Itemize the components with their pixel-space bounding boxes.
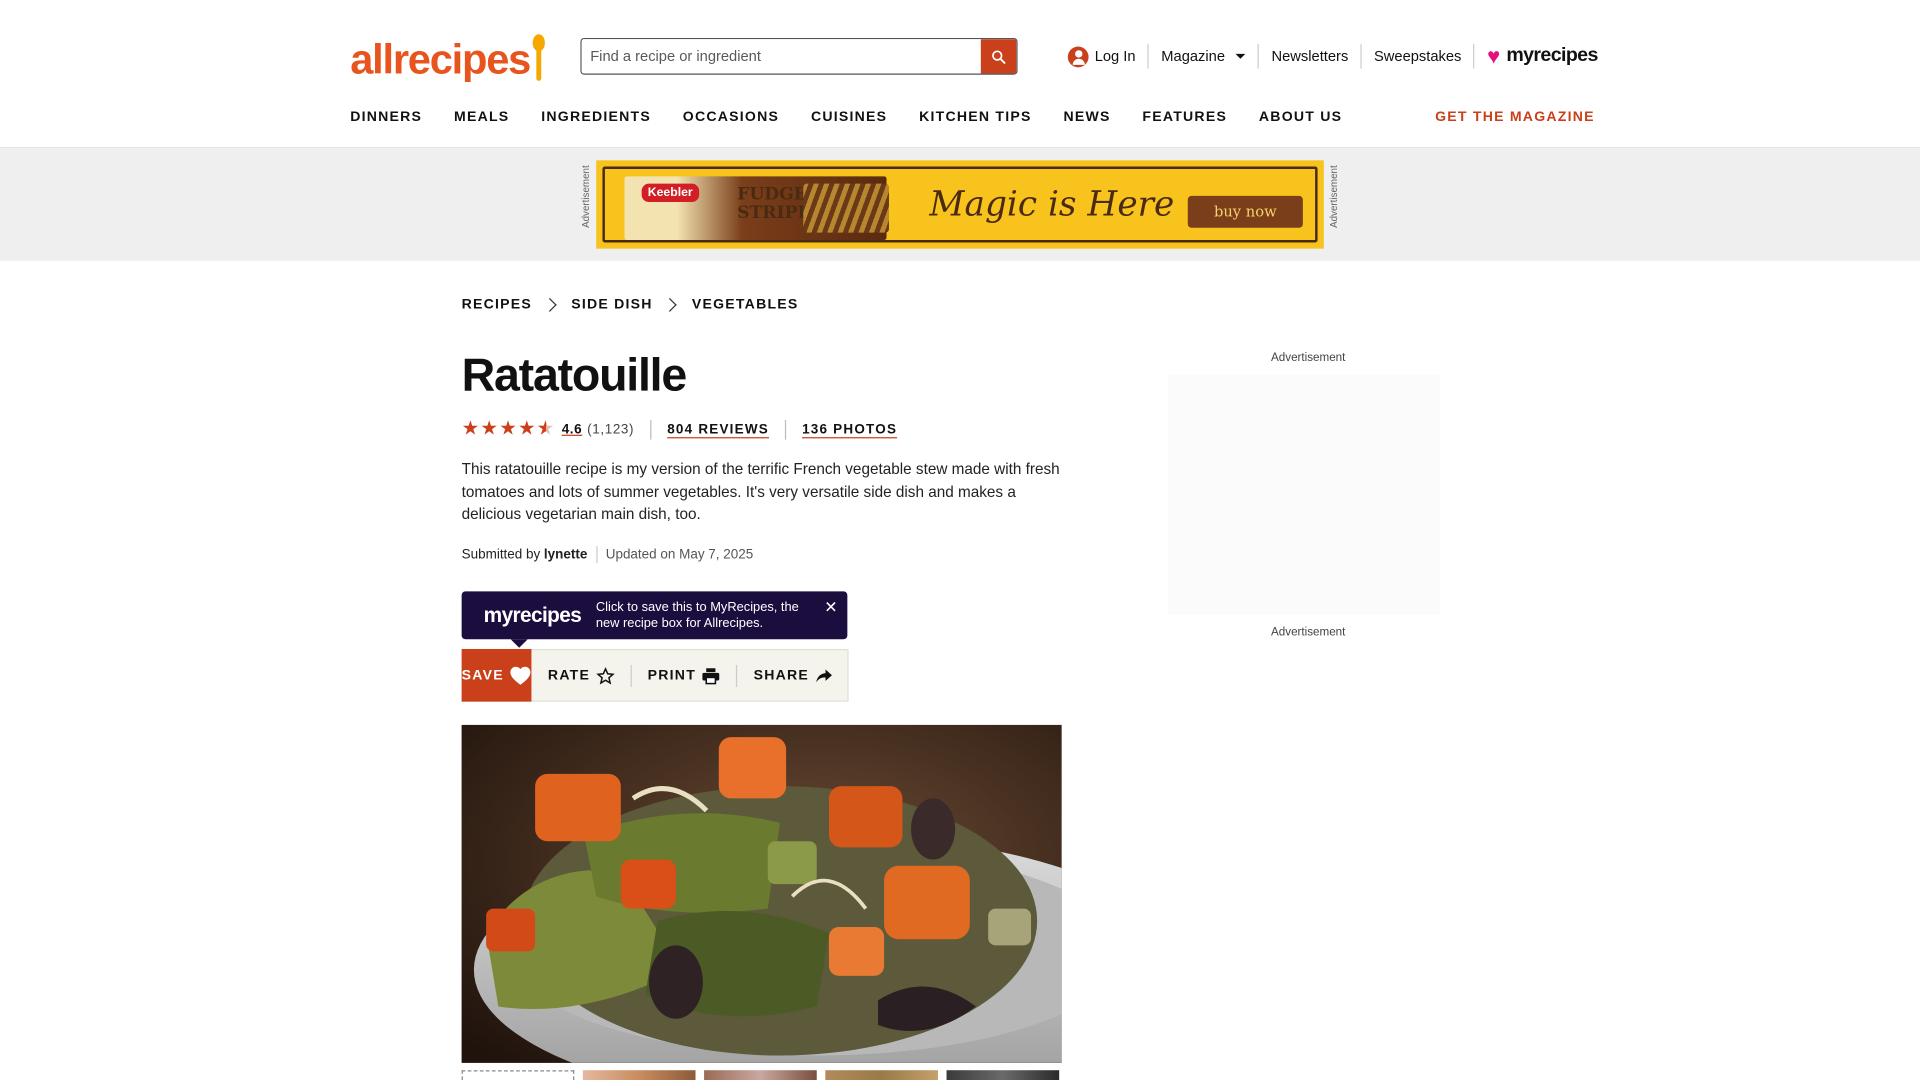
myrecipes-label: myrecipes — [1506, 45, 1598, 67]
ad-label-left: Advertisement — [580, 165, 592, 228]
recipe-title: Ratatouille — [461, 350, 688, 402]
user-icon — [1067, 45, 1089, 67]
keebler-logo: Keebler — [641, 183, 699, 203]
myrecipes-tooltip-logo: myrecipes — [484, 603, 582, 627]
breadcrumb: RECIPES SIDE DISH VEGETABLES — [462, 298, 799, 313]
star-full-icon: ★ — [461, 418, 480, 440]
rating-row: ★ ★ ★ ★ ★★ 4.6 (1,123) 804 REVIEWS 136 P… — [461, 418, 913, 440]
myrecipes-tooltip: myrecipes Click to save this to MyRecipe… — [461, 591, 848, 648]
breadcrumb-recipes[interactable]: RECIPES — [462, 298, 532, 313]
thumbnail[interactable] — [704, 1070, 817, 1080]
spoon-icon — [532, 34, 545, 81]
nav-ingredients[interactable]: INGREDIENTS — [541, 110, 651, 125]
star-full-icon: ★ — [499, 418, 517, 440]
rating-count: (1,123) — [587, 422, 635, 438]
main-nav: DINNERS MEALS INGREDIENTS OCCASIONS CUIS… — [350, 110, 1374, 125]
star-full-icon: ★ — [480, 418, 498, 440]
sidebar-ad-label-bottom: Advertisement — [1271, 625, 1346, 640]
thumbnail[interactable] — [946, 1070, 1060, 1080]
sweepstakes-label: Sweepstakes — [1374, 47, 1462, 65]
star-half-icon: ★★ — [536, 418, 555, 440]
cookies-image — [803, 183, 889, 233]
myrecipes-link[interactable]: ♥ myrecipes — [1475, 44, 1610, 68]
heart-outline-icon — [510, 666, 532, 685]
ad-headline: Magic is Here — [929, 183, 1175, 225]
recipe-description: This ratatouille recipe is my version of… — [461, 460, 1060, 523]
share-button[interactable]: SHARE — [738, 664, 849, 686]
ad-product-image: Keebler FUDGE STRIPES — [624, 176, 889, 241]
chevron-right-icon — [662, 297, 677, 312]
share-arrow-icon — [815, 668, 832, 682]
sidebar-ad[interactable] — [1168, 374, 1441, 615]
print-button[interactable]: PRINT — [632, 664, 738, 687]
submitted-by-label: Submitted by — [461, 547, 541, 563]
utility-nav: Log In Magazine Newsletters Sweepstakes … — [1056, 42, 1610, 71]
divider — [650, 420, 652, 440]
top-ad-band: Advertisement Advertisement Keebler FUDG… — [0, 148, 1920, 261]
recipe-actions: SAVE RATE PRINT SHARE — [461, 648, 849, 702]
caret-down-icon — [1236, 53, 1246, 59]
site-header: allrecipes Log In Magazine Newsletters S… — [0, 0, 1920, 149]
ad-buy-now-button[interactable]: buy now — [1187, 195, 1303, 228]
breadcrumb-vegetables[interactable]: VEGETABLES — [692, 298, 799, 313]
divider — [595, 546, 598, 564]
breadcrumb-side-dish[interactable]: SIDE DISH — [571, 298, 652, 313]
ad-frame: Keebler FUDGE STRIPES Magic is Here buy … — [602, 166, 1318, 243]
recipe-hero-image[interactable] — [461, 724, 1062, 1063]
tooltip-logo-my: my — [483, 603, 513, 627]
ad-label-right: Advertisement — [1328, 165, 1340, 228]
keebler-ad[interactable]: Keebler FUDGE STRIPES Magic is Here buy … — [596, 160, 1324, 249]
search-bar — [580, 37, 1018, 75]
search-icon — [992, 49, 1006, 64]
logo-text: allrecipes — [350, 36, 531, 84]
photo-thumbnails — [461, 1070, 1060, 1080]
sidebar-ad-label-top: Advertisement — [1271, 351, 1346, 365]
nav-about-us[interactable]: ABOUT US — [1259, 110, 1342, 125]
rating-value[interactable]: 4.6 — [562, 422, 583, 437]
print-label: PRINT — [647, 667, 697, 683]
search-button[interactable] — [980, 39, 1017, 74]
nav-dinners[interactable]: DINNERS — [350, 110, 422, 125]
nav-occasions[interactable]: OCCASIONS — [683, 110, 779, 125]
nav-news[interactable]: NEWS — [1063, 110, 1110, 125]
save-label: SAVE — [461, 667, 504, 683]
tooltip-logo-recipes: recipes — [512, 603, 582, 627]
photos-link[interactable]: 136 PHOTOS — [802, 422, 897, 437]
newsletters-label: Newsletters — [1271, 47, 1349, 65]
rate-button[interactable]: RATE — [532, 664, 632, 687]
star-outline-icon — [596, 666, 615, 684]
tooltip-text: Click to save this to MyRecipes, the new… — [595, 599, 799, 631]
newsletters-link[interactable]: Newsletters — [1259, 44, 1362, 69]
magazine-dropdown[interactable]: Magazine — [1149, 44, 1260, 69]
divider — [784, 420, 787, 440]
share-label: SHARE — [753, 667, 810, 683]
heart-icon: ♥ — [1487, 44, 1501, 69]
sweepstakes-link[interactable]: Sweepstakes — [1362, 44, 1475, 69]
updated-date: Updated on May 7, 2025 — [605, 547, 754, 563]
search-input[interactable] — [581, 39, 981, 74]
magazine-label: Magazine — [1161, 47, 1225, 65]
rate-label: RATE — [547, 667, 591, 683]
nav-meals[interactable]: MEALS — [454, 110, 509, 125]
allrecipes-logo[interactable]: allrecipes — [350, 29, 545, 84]
thumbnail[interactable] — [825, 1070, 938, 1080]
nav-cuisines[interactable]: CUISINES — [811, 110, 887, 125]
reviews-link[interactable]: 804 REVIEWS — [667, 422, 769, 437]
get-the-magazine-link[interactable]: GET THE MAGAZINE — [1435, 110, 1595, 125]
save-button[interactable]: SAVE — [461, 648, 533, 702]
printer-icon — [702, 667, 720, 684]
author-link[interactable]: lynette — [544, 547, 587, 562]
thumbnail-selected[interactable] — [461, 1070, 575, 1080]
byline: Submitted by lynette Updated on May 7, 2… — [461, 546, 754, 564]
nav-kitchen-tips[interactable]: KITCHEN TIPS — [919, 110, 1032, 125]
thumbnail[interactable] — [582, 1070, 696, 1080]
chevron-right-icon — [542, 297, 557, 312]
login-link[interactable]: Log In — [1056, 44, 1150, 69]
star-full-icon: ★ — [518, 418, 536, 440]
login-label: Log In — [1094, 47, 1136, 65]
nav-features[interactable]: FEATURES — [1142, 110, 1227, 125]
rating-stars[interactable]: ★ ★ ★ ★ ★★ — [461, 418, 555, 440]
close-icon[interactable]: ✕ — [824, 599, 837, 615]
ratatouille-photo — [461, 724, 1062, 1063]
